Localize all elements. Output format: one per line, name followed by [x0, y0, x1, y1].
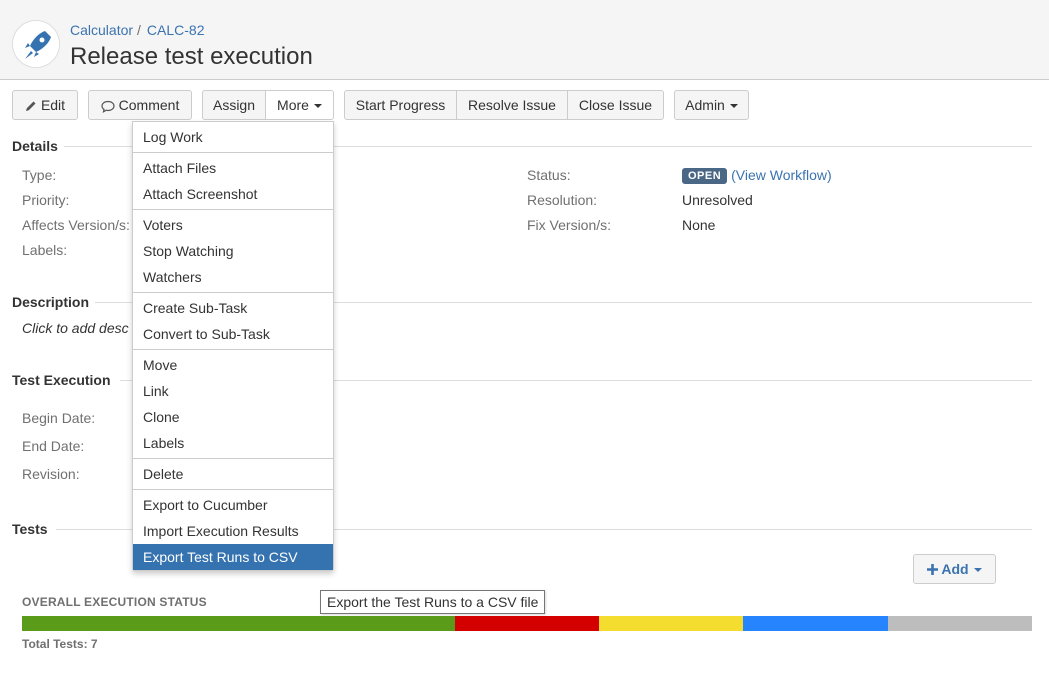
begin-date-label: Begin Date: [22, 410, 96, 426]
view-workflow-link[interactable]: View Workflow [736, 167, 827, 183]
breadcrumb-issue-link[interactable]: CALC-82 [147, 22, 205, 38]
resolve-issue-button[interactable]: Resolve Issue [456, 90, 568, 120]
menu-item-attach-screenshot[interactable]: Attach Screenshot [133, 181, 333, 207]
menu-item-move[interactable]: Move [133, 352, 333, 378]
status-segment-todo[interactable] [743, 616, 888, 631]
menu-item-create-sub-task[interactable]: Create Sub-Task [133, 295, 333, 321]
edit-button-label: Edit [40, 97, 66, 113]
add-button-label: Add [941, 561, 969, 577]
chevron-down-icon [729, 104, 738, 109]
status-segment-aborted[interactable] [887, 616, 1032, 631]
breadcrumb-separator: / [137, 22, 141, 38]
total-tests: Total Tests: 7 [22, 637, 98, 651]
menu-item-labels[interactable]: Labels [133, 430, 333, 456]
description-heading: Description [12, 294, 90, 310]
menu-item-delete[interactable]: Delete [133, 461, 333, 487]
status-value: OPEN (View Workflow) [682, 167, 832, 184]
page-title: Release test execution [70, 43, 313, 70]
add-test-button[interactable]: Add [913, 554, 996, 584]
status-segment-failed[interactable] [454, 616, 600, 631]
issue-header: Calculator / CALC-82 Release test executio… [0, 0, 1049, 80]
fix-versions-label: Fix Version/s: [527, 217, 612, 233]
admin-button-label: Admin [685, 97, 725, 113]
description-placeholder[interactable]: Click to add desc [22, 320, 129, 336]
menu-item-export-test-runs-to-csv[interactable]: Export Test Runs to CSV [133, 544, 333, 570]
menu-separator [133, 152, 333, 153]
menu-item-attach-files[interactable]: Attach Files [133, 155, 333, 181]
chevron-down-icon [973, 568, 982, 573]
menu-item-link[interactable]: Link [133, 378, 333, 404]
tests-heading: Tests [12, 521, 48, 537]
status-segment-executing[interactable] [599, 616, 744, 631]
pencil-icon [25, 101, 36, 112]
menu-separator [133, 292, 333, 293]
affects-versions-label: Affects Version/s: [22, 217, 130, 233]
breadcrumb-project-link[interactable]: Calculator [70, 22, 133, 38]
menu-item-stop-watching[interactable]: Stop Watching [133, 238, 333, 264]
resolution-value: Unresolved [682, 192, 753, 208]
menu-separator [133, 489, 333, 490]
resolution-label: Resolution: [527, 192, 598, 208]
menu-item-export-to-cucumber[interactable]: Export to Cucumber [133, 492, 333, 518]
execution-status-bar [22, 616, 1032, 631]
status-badge: OPEN [682, 168, 728, 184]
tooltip: Export the Test Runs to a CSV file [320, 590, 546, 614]
menu-item-watchers[interactable]: Watchers [133, 264, 333, 290]
comment-button[interactable]: Comment [88, 90, 192, 120]
comment-button-label: Comment [118, 97, 180, 113]
type-label: Type: [22, 167, 57, 183]
details-heading: Details [12, 138, 58, 154]
edit-button[interactable]: Edit [12, 90, 78, 120]
menu-separator [133, 458, 333, 459]
end-date-label: End Date: [22, 438, 85, 454]
menu-item-import-execution-results[interactable]: Import Execution Results [133, 518, 333, 544]
fix-versions-value: None [682, 217, 716, 233]
menu-item-voters[interactable]: Voters [133, 212, 333, 238]
menu-item-log-work[interactable]: Log Work [133, 124, 333, 150]
breadcrumb: Calculator / CALC-82 [70, 22, 205, 38]
status-segment-passed[interactable] [22, 616, 455, 631]
menu-item-clone[interactable]: Clone [133, 404, 333, 430]
revision-label: Revision: [22, 466, 80, 482]
assign-button[interactable]: Assign [202, 90, 266, 120]
plus-icon [927, 564, 939, 575]
more-button-label: More [277, 97, 309, 113]
status-label: Status: [527, 167, 571, 183]
project-avatar[interactable] [12, 20, 60, 68]
priority-label: Priority: [22, 192, 70, 208]
admin-button[interactable]: Admin [674, 90, 749, 120]
more-button[interactable]: More [265, 90, 334, 120]
overall-execution-status-title: OVERALL EXECUTION STATUS [22, 595, 207, 609]
test-execution-heading: Test Execution [12, 372, 111, 388]
start-progress-button[interactable]: Start Progress [344, 90, 457, 120]
view-workflow-paren-close: ) [827, 167, 832, 183]
menu-separator [133, 209, 333, 210]
more-dropdown-menu: Log Work Attach Files Attach Screenshot Vot… [132, 121, 334, 571]
speech-bubble-icon [101, 100, 115, 113]
labels-label: Labels: [22, 242, 68, 258]
chevron-down-icon [313, 104, 322, 109]
menu-item-convert-to-sub-task[interactable]: Convert to Sub-Task [133, 321, 333, 347]
close-issue-button[interactable]: Close Issue [567, 90, 664, 120]
rocket-icon [13, 21, 59, 67]
menu-separator [133, 349, 333, 350]
